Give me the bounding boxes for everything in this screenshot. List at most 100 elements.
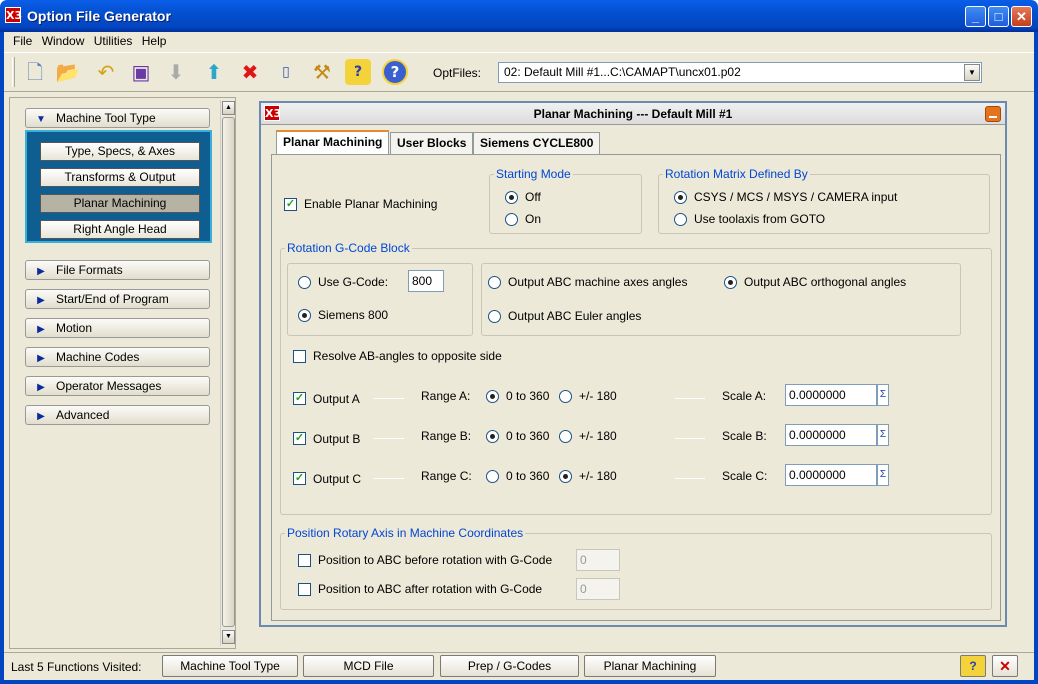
- help-icon[interactable]: ?: [382, 59, 408, 85]
- separator-line: [675, 438, 705, 439]
- sidebar-scrollbar[interactable]: ▲ ▼: [220, 100, 235, 646]
- optfiles-select[interactable]: 02: Default Mill #1...C:\CAMAPT\uncx01.p…: [498, 62, 982, 83]
- separator-line: [675, 478, 705, 479]
- scale-b-input[interactable]: 0.0000000: [785, 424, 877, 446]
- menu-file[interactable]: File: [10, 32, 35, 50]
- separator-line: [374, 478, 404, 479]
- toolaxis-goto-radio[interactable]: [674, 213, 687, 226]
- minimize-button[interactable]: _: [965, 6, 986, 27]
- enable-planar-checkbox[interactable]: ✓: [284, 198, 297, 211]
- csys-mcs-radio[interactable]: [674, 191, 687, 204]
- nav-transforms-output[interactable]: Transforms & Output: [40, 168, 200, 187]
- scale-c-input[interactable]: 0.0000000: [785, 464, 877, 486]
- range-a-360-label: 0 to 360: [506, 389, 550, 403]
- download-icon[interactable]: ⬇: [163, 59, 189, 85]
- sigma-a-icon[interactable]: Σ: [877, 384, 889, 406]
- undo-icon[interactable]: ↶: [93, 59, 119, 85]
- recent-mcd-file-button[interactable]: MCD File: [303, 655, 434, 677]
- maximize-button[interactable]: □: [988, 6, 1009, 27]
- upload-icon[interactable]: ⬆: [201, 59, 227, 85]
- scroll-down-icon[interactable]: ▼: [222, 630, 235, 644]
- nav-operator-messages[interactable]: ▶ Operator Messages: [25, 376, 210, 396]
- recent-prep-gcodes-button[interactable]: Prep / G-Codes: [440, 655, 579, 677]
- close-icon[interactable]: ✕: [992, 655, 1018, 677]
- range-a-360-radio[interactable]: [486, 390, 499, 403]
- position-after-checkbox[interactable]: [298, 583, 311, 596]
- range-c-180-radio[interactable]: [559, 470, 572, 483]
- sigma-c-icon[interactable]: Σ: [877, 464, 889, 486]
- rotation-gcode-group: Rotation G-Code Block Use G-Code: 800 Si…: [280, 241, 992, 515]
- starting-mode-title: Starting Mode: [494, 167, 573, 181]
- nav-motion[interactable]: ▶ Motion: [25, 318, 210, 338]
- position-before-checkbox[interactable]: [298, 554, 311, 567]
- tab-siemens-cycle800[interactable]: Siemens CYCLE800: [473, 132, 601, 154]
- siemens-800-label: Siemens 800: [318, 308, 389, 322]
- range-b-180-radio[interactable]: [559, 430, 572, 443]
- chevron-down-icon[interactable]: ▼: [964, 64, 980, 81]
- sidebar: ▼ Machine Tool Type Type, Specs, & Axes T…: [9, 97, 236, 649]
- range-a-180-radio[interactable]: [559, 390, 572, 403]
- abc-euler-radio[interactable]: [488, 310, 501, 323]
- starting-mode-off-radio[interactable]: [505, 191, 518, 204]
- position-after-input[interactable]: 0: [576, 578, 620, 600]
- save-icon[interactable]: ▣: [128, 59, 154, 85]
- output-b-checkbox[interactable]: ✓: [293, 432, 306, 445]
- nav-right-angle-head[interactable]: Right Angle Head: [40, 220, 200, 239]
- gcode-choice-box: Use G-Code: 800 Siemens 800: [287, 263, 473, 336]
- nav-file-formats[interactable]: ▶ File Formats: [25, 260, 210, 280]
- output-a-checkbox[interactable]: ✓: [293, 392, 306, 405]
- tools-icon[interactable]: ⚒: [309, 59, 335, 85]
- abc-orthogonal-radio[interactable]: [724, 276, 737, 289]
- range-c-360-radio[interactable]: [486, 470, 499, 483]
- nav-type-specs-axes[interactable]: Type, Specs, & Axes: [40, 142, 200, 161]
- context-help-icon[interactable]: ?: [345, 59, 371, 85]
- tab-planar-machining[interactable]: Planar Machining: [276, 130, 390, 154]
- range-a-label: Range A:: [421, 389, 471, 403]
- context-help-icon[interactable]: ?: [960, 655, 986, 677]
- script-icon[interactable]: ▯: [273, 59, 299, 85]
- toolaxis-goto-label: Use toolaxis from GOTO: [694, 212, 826, 226]
- output-b-label: Output B: [313, 432, 361, 446]
- range-c-label: Range C:: [421, 469, 472, 483]
- range-b-360-radio[interactable]: [486, 430, 499, 443]
- triangle-right-icon: ▶: [37, 295, 45, 306]
- menu-help[interactable]: Help: [139, 32, 170, 50]
- close-window-button[interactable]: ✕: [1011, 6, 1032, 27]
- gcode-input[interactable]: 800: [408, 270, 444, 292]
- recent-planar-machining-button[interactable]: Planar Machining: [584, 655, 716, 677]
- position-rotary-title: Position Rotary Axis in Machine Coordina…: [285, 526, 526, 540]
- siemens-800-radio[interactable]: [298, 309, 311, 322]
- range-b-label: Range B:: [421, 429, 472, 443]
- abc-euler-label: Output ABC Euler angles: [508, 309, 642, 323]
- output-a-label: Output A: [313, 392, 360, 406]
- menu-utilities[interactable]: Utilities: [91, 32, 136, 50]
- delete-icon[interactable]: ✖: [237, 59, 263, 85]
- nav-advanced[interactable]: ▶ Advanced: [25, 405, 210, 425]
- tab-user-blocks[interactable]: User Blocks: [390, 132, 474, 154]
- planar-machining-panel: X3 Planar Machining --- Default Mill #1 …: [259, 101, 1007, 627]
- output-c-checkbox[interactable]: ✓: [293, 472, 306, 485]
- open-folder-icon[interactable]: 📂: [55, 59, 81, 85]
- triangle-right-icon: ▶: [37, 353, 45, 364]
- range-c-180-label: +/- 180: [579, 469, 617, 483]
- minimize-panel-icon[interactable]: [985, 106, 1001, 122]
- abc-machine-radio[interactable]: [488, 276, 501, 289]
- nav-planar-machining[interactable]: Planar Machining: [40, 194, 200, 213]
- recent-machine-tool-type-button[interactable]: Machine Tool Type: [162, 655, 298, 677]
- scroll-up-icon[interactable]: ▲: [222, 101, 235, 115]
- rotation-matrix-title: Rotation Matrix Defined By: [663, 167, 810, 181]
- machine-tool-subpanel: Type, Specs, & Axes Transforms & Output …: [25, 130, 212, 243]
- starting-mode-on-radio[interactable]: [505, 213, 518, 226]
- output-abc-box: Output ABC machine axes angles Output AB…: [481, 263, 961, 336]
- new-file-icon[interactable]: 🗋: [22, 59, 48, 85]
- nav-start-end-program[interactable]: ▶ Start/End of Program: [25, 289, 210, 309]
- position-before-input[interactable]: 0: [576, 549, 620, 571]
- resolve-ab-checkbox[interactable]: [293, 350, 306, 363]
- scrollbar-thumb[interactable]: [222, 117, 235, 627]
- menu-window[interactable]: Window: [39, 32, 88, 50]
- use-gcode-radio[interactable]: [298, 276, 311, 289]
- scale-a-input[interactable]: 0.0000000: [785, 384, 877, 406]
- nav-machine-tool-type[interactable]: ▼ Machine Tool Type: [25, 108, 210, 128]
- nav-machine-codes[interactable]: ▶ Machine Codes: [25, 347, 210, 367]
- sigma-b-icon[interactable]: Σ: [877, 424, 889, 446]
